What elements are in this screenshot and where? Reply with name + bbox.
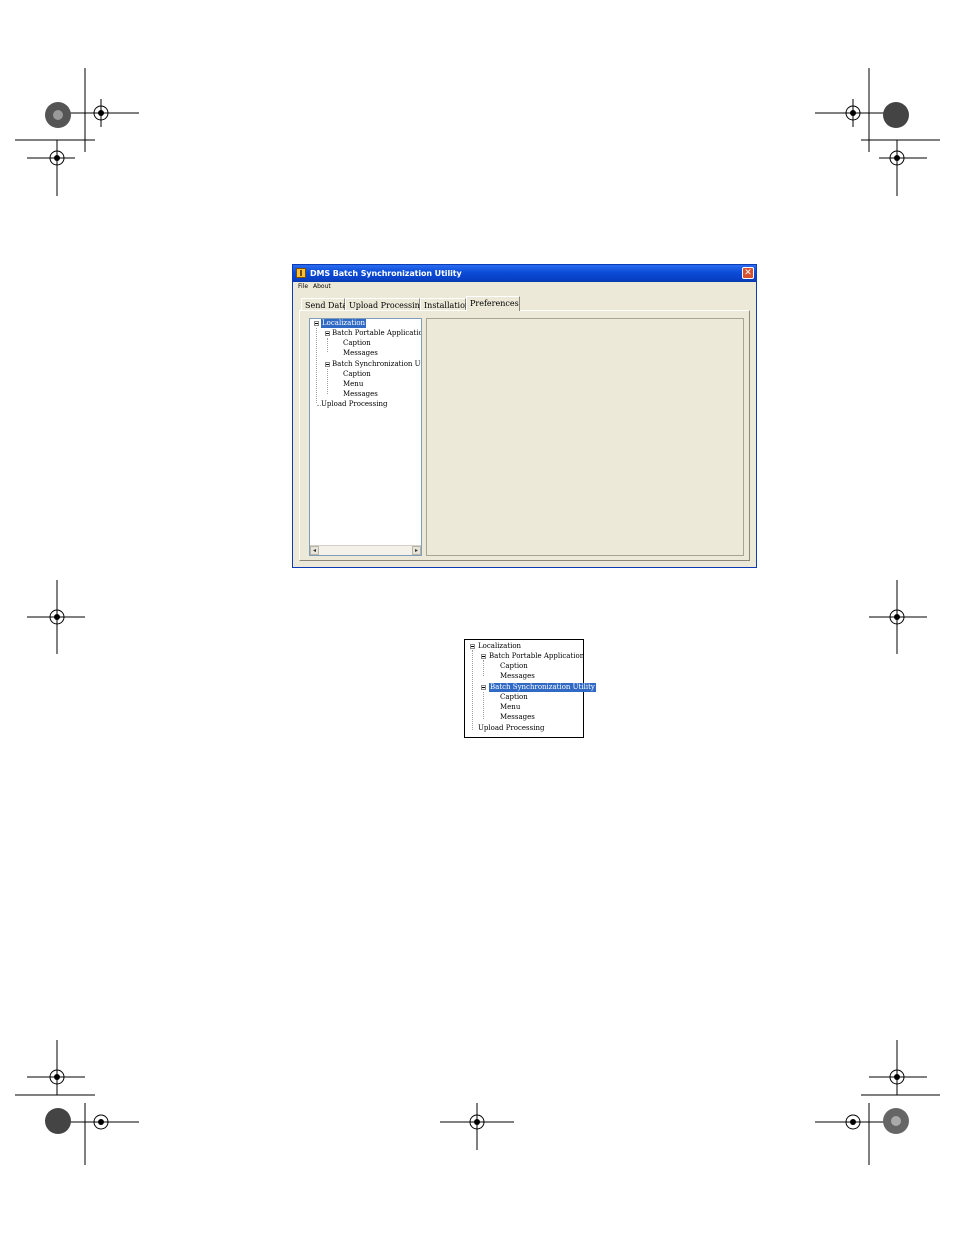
tree-line bbox=[483, 660, 484, 676]
zoom-node-bpa-messages: Messages bbox=[500, 672, 535, 680]
horizontal-scrollbar[interactable]: ◂ ▸ bbox=[310, 545, 421, 555]
scroll-right-icon[interactable]: ▸ bbox=[412, 546, 421, 555]
tree-node-batch-portable-application[interactable]: Batch Portable Application bbox=[332, 329, 421, 338]
tree-line bbox=[472, 650, 473, 730]
app-icon bbox=[296, 268, 306, 278]
tree-node-bpa-messages[interactable]: Messages bbox=[343, 349, 378, 358]
collapse-icon[interactable] bbox=[325, 331, 330, 336]
tab-preferences[interactable]: Preferences bbox=[466, 296, 520, 311]
collapse-icon bbox=[470, 644, 475, 649]
preferences-panel: Localization Batch Portable Application … bbox=[299, 310, 750, 561]
zoom-node-localization: Localization bbox=[478, 642, 522, 650]
zoom-node-batch-portable-application: Batch Portable Application bbox=[489, 652, 585, 660]
app-window: DMS Batch Synchronization Utility ✕ File… bbox=[292, 264, 757, 568]
close-button[interactable]: ✕ bbox=[742, 267, 754, 279]
tree-line bbox=[327, 338, 328, 352]
tree-node-localization[interactable]: Localization bbox=[321, 319, 367, 328]
zoomed-tree-figure: Localization Batch Portable Application … bbox=[464, 639, 596, 738]
tree-line bbox=[327, 369, 328, 394]
tree-node-bsu-caption[interactable]: Caption bbox=[343, 370, 371, 379]
registration-marks bbox=[15, 68, 940, 1165]
menu-about[interactable]: About bbox=[313, 283, 331, 290]
collapse-icon bbox=[481, 685, 486, 690]
menu-file[interactable]: File bbox=[298, 283, 308, 290]
tree-node-upload-processing[interactable]: Upload Processing bbox=[321, 400, 387, 409]
zoom-node-bsu-menu: Menu bbox=[500, 703, 521, 711]
menu-bar: File About bbox=[293, 282, 756, 292]
zoom-node-bsu-messages: Messages bbox=[500, 713, 535, 721]
collapse-icon bbox=[481, 654, 486, 659]
scroll-left-icon[interactable]: ◂ bbox=[310, 546, 319, 555]
title-bar[interactable]: DMS Batch Synchronization Utility ✕ bbox=[293, 265, 756, 282]
zoom-node-bpa-caption: Caption bbox=[500, 662, 528, 670]
tree-node-bpa-caption[interactable]: Caption bbox=[343, 339, 371, 348]
tree-line bbox=[483, 692, 484, 719]
tree-line bbox=[316, 328, 317, 403]
zoom-node-bsu-caption: Caption bbox=[500, 693, 528, 701]
collapse-icon[interactable] bbox=[325, 362, 330, 367]
zoom-node-upload-processing: Upload Processing bbox=[478, 724, 545, 732]
tree-node-bsu-messages[interactable]: Messages bbox=[343, 390, 378, 399]
localization-tree[interactable]: Localization Batch Portable Application … bbox=[309, 318, 422, 556]
window-title: DMS Batch Synchronization Utility bbox=[310, 269, 462, 278]
details-pane bbox=[426, 318, 744, 556]
zoom-node-batch-synchronization-utility: Batch Synchronization Utility bbox=[489, 683, 596, 692]
collapse-icon[interactable] bbox=[314, 321, 319, 326]
tree-node-bsu-menu[interactable]: Menu bbox=[343, 380, 363, 389]
tree-node-batch-synchronization-utility[interactable]: Batch Synchronization Utility bbox=[332, 360, 421, 369]
